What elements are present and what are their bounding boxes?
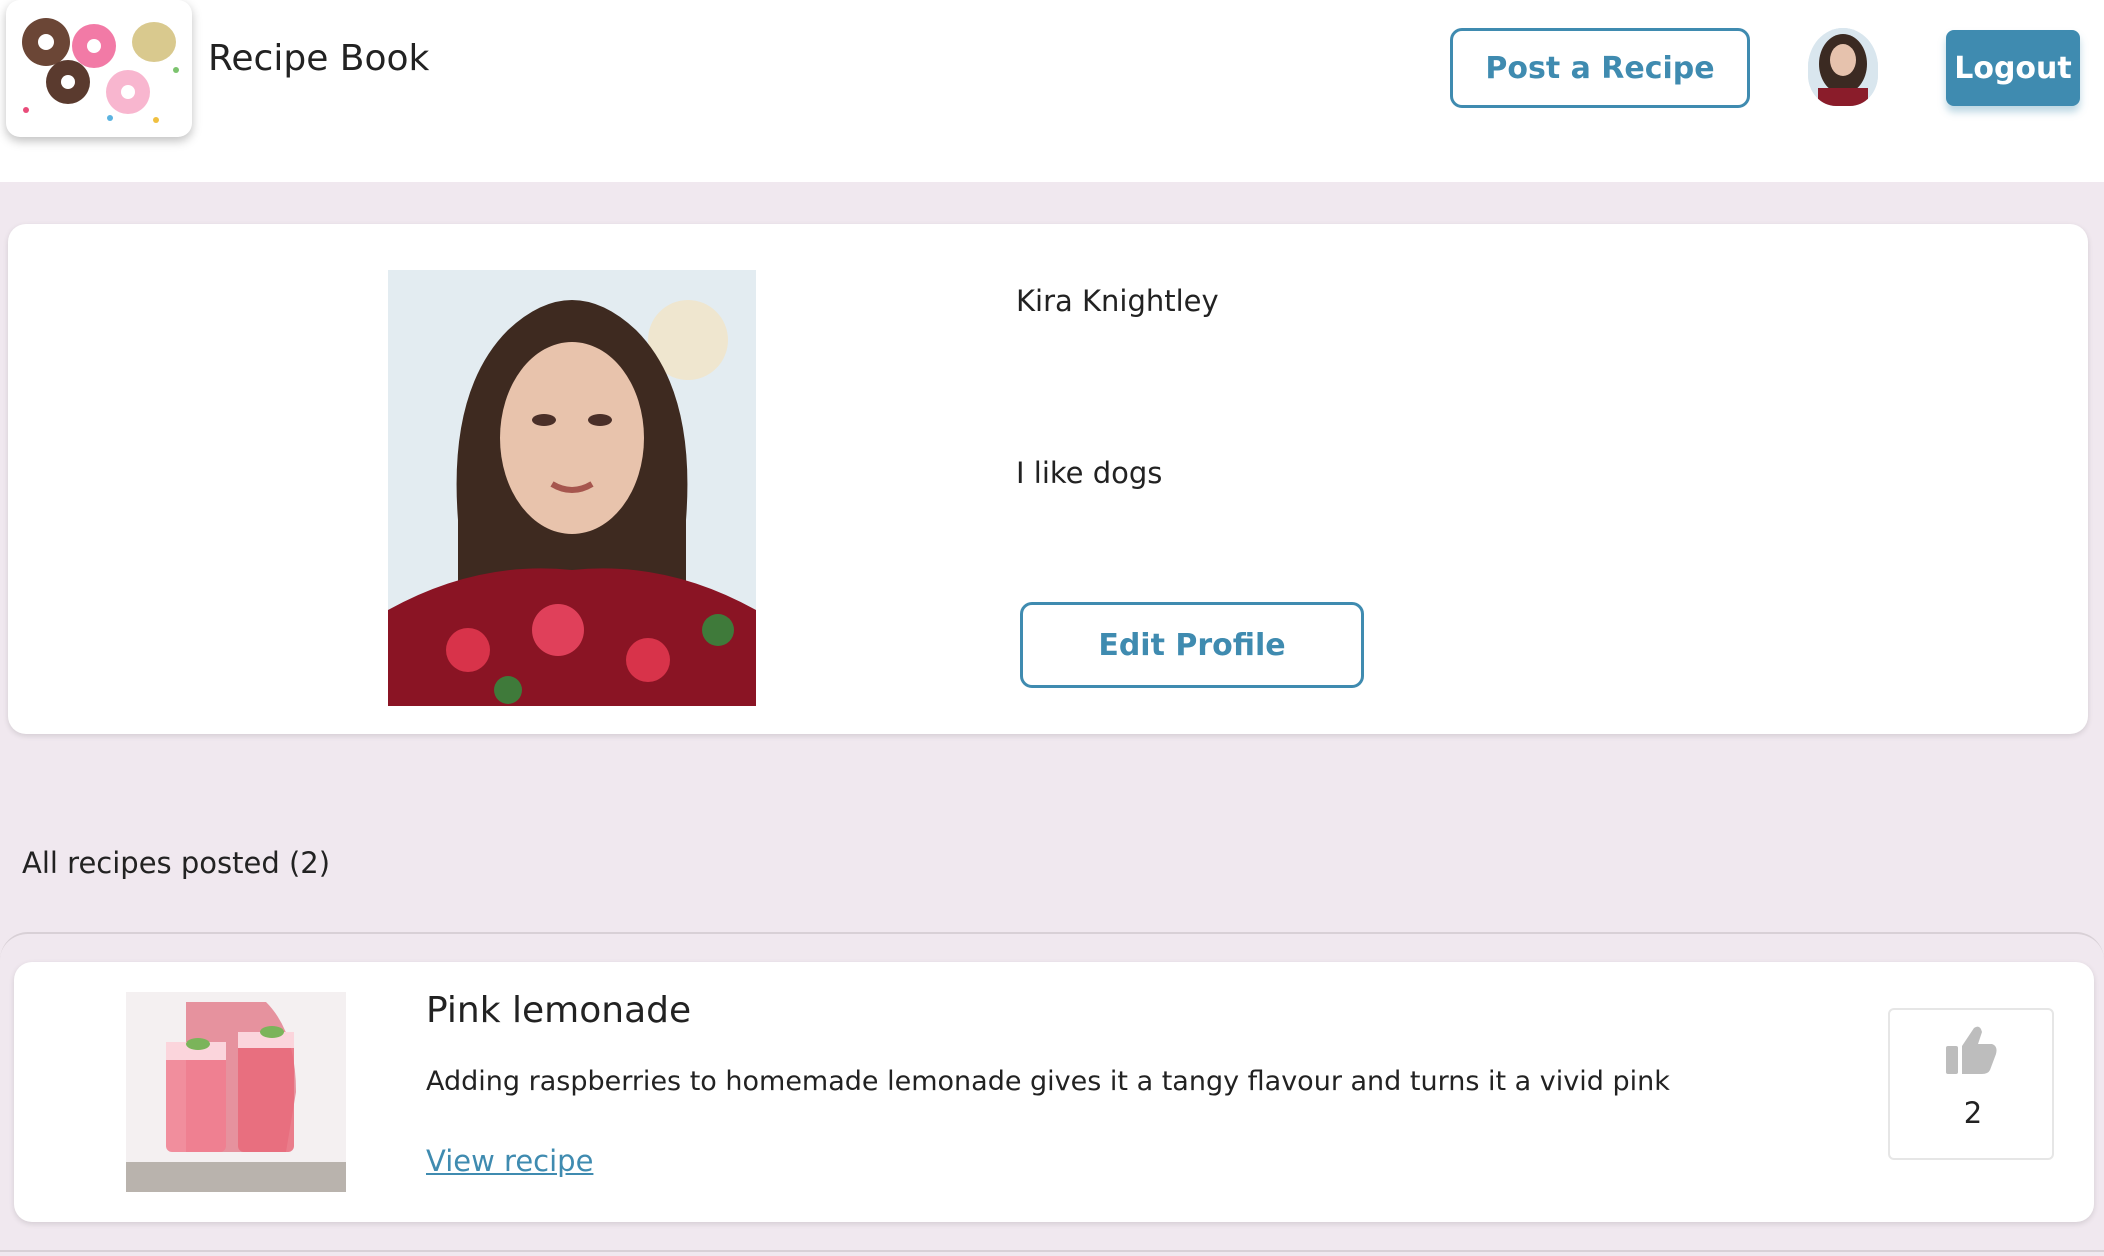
like-count: 2 xyxy=(1963,1096,1983,1130)
recipe-thumbnail[interactable] xyxy=(126,992,346,1192)
user-avatar-icon xyxy=(1808,28,1878,106)
app-title: Recipe Book xyxy=(208,38,430,79)
profile-name: Kira Knightley xyxy=(1016,284,1219,318)
recipe-card: Pink lemonade Adding raspberries to home… xyxy=(14,962,2094,1222)
bottom-divider xyxy=(0,1250,2104,1252)
view-recipe-link[interactable]: View recipe xyxy=(426,1144,593,1178)
profile-card: Kira Knightley I like dogs Edit Profile xyxy=(8,224,2088,734)
logout-button[interactable]: Logout xyxy=(1946,30,2080,106)
recipe-title: Pink lemonade xyxy=(426,990,692,1031)
profile-portrait-icon xyxy=(388,270,756,706)
donuts-logo-icon xyxy=(22,18,179,123)
profile-photo xyxy=(388,270,756,706)
divider xyxy=(0,932,2104,962)
profile-bio: I like dogs xyxy=(1016,456,1163,490)
edit-profile-button[interactable]: Edit Profile xyxy=(1020,602,1364,688)
logo[interactable] xyxy=(6,0,192,137)
thumbs-up-icon xyxy=(1946,1026,1997,1074)
lemonade-image-icon xyxy=(126,992,346,1192)
avatar[interactable] xyxy=(1808,28,1878,106)
post-recipe-button[interactable]: Post a Recipe xyxy=(1450,28,1750,108)
like-button[interactable]: 2 xyxy=(1888,1008,2054,1160)
header: Recipe Book Post a Recipe Logout xyxy=(0,0,2104,182)
recipes-count-heading: All recipes posted (2) xyxy=(22,846,331,880)
recipe-description: Adding raspberries to homemade lemonade … xyxy=(426,1066,1670,1097)
